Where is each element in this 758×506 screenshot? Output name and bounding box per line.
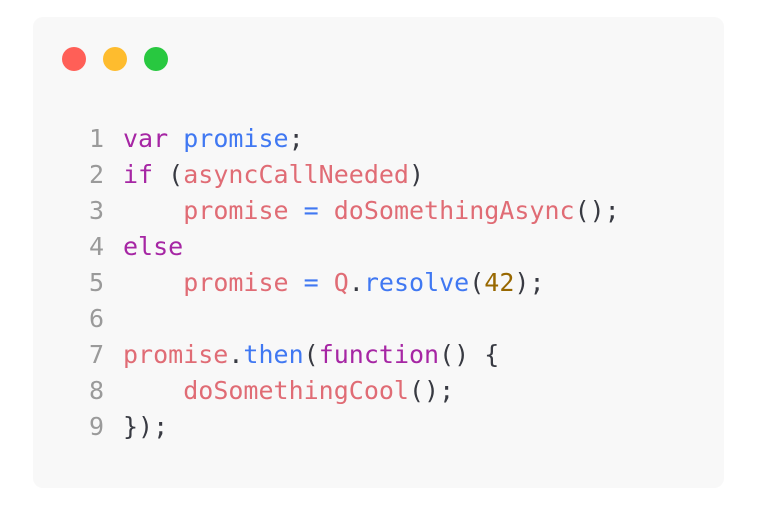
minimize-dot[interactable]	[103, 47, 127, 71]
code-token-plain: () {	[439, 340, 500, 369]
line-number: 2	[89, 160, 105, 189]
close-dot[interactable]	[62, 47, 86, 71]
code-text: var promise;	[123, 121, 304, 157]
code-token-plain: .	[228, 340, 244, 369]
line-number: 1	[89, 124, 105, 153]
code-line: 7 promise.then(function() {	[89, 337, 620, 373]
code-text: promise = doSomethingAsync();	[123, 193, 620, 229]
code-token-function: resolve	[363, 268, 470, 297]
maximize-dot[interactable]	[144, 47, 168, 71]
code-token-keyword: var	[123, 124, 169, 153]
code-token-plain: ;	[288, 124, 304, 153]
window-controls	[62, 47, 168, 71]
code-token-function: promise	[183, 124, 289, 153]
code-token-keyword: else	[123, 232, 184, 261]
code-token-plain: );	[514, 268, 545, 297]
code-token-plain: ();	[409, 376, 455, 405]
code-line: 3 promise = doSomethingAsync();	[89, 193, 620, 229]
code-line: 1 var promise;	[89, 121, 620, 157]
code-token-variable: doSomethingAsync	[333, 196, 575, 225]
code-token-plain: (	[303, 340, 319, 369]
line-number: 9	[89, 412, 105, 441]
code-token-plain: (	[469, 268, 485, 297]
line-number: 8	[89, 376, 105, 405]
code-token-plain: });	[123, 412, 169, 441]
code-token-function: then	[243, 340, 304, 369]
code-token-plain: ();	[574, 196, 620, 225]
code-token-variable: Q	[333, 268, 349, 297]
code-token-variable: asyncCallNeeded	[183, 160, 409, 189]
line-number: 5	[89, 268, 105, 297]
code-token-variable: promise	[183, 196, 289, 225]
code-window: 1 var promise; 2 if (asyncCallNeeded) 3 prom…	[33, 17, 724, 488]
code-token-variable: promise	[183, 268, 289, 297]
code-token-number: 42	[484, 268, 515, 297]
code-text: if (asyncCallNeeded)	[123, 157, 424, 193]
code-token-plain: )	[409, 160, 425, 189]
code-line: 6	[89, 301, 620, 337]
code-line: 8 doSomethingCool();	[89, 373, 620, 409]
code-text: promise = Q.resolve(42);	[123, 265, 545, 301]
code-token-plain: .	[348, 268, 364, 297]
code-line: 4 else	[89, 229, 620, 265]
code-token-keyword: if	[123, 160, 154, 189]
code-token-plain: (	[153, 160, 184, 189]
code-token-function: =	[288, 196, 334, 225]
code-token-variable: doSomethingCool	[183, 376, 409, 405]
code-text: });	[123, 409, 168, 445]
line-number: 3	[89, 196, 105, 225]
line-number: 7	[89, 340, 105, 369]
line-number: 6	[89, 304, 105, 333]
code-line: 2 if (asyncCallNeeded)	[89, 157, 620, 193]
code-token-function: =	[288, 268, 334, 297]
code-text: doSomethingCool();	[123, 373, 454, 409]
code-token-keyword: function	[318, 340, 440, 369]
code-line: 5 promise = Q.resolve(42);	[89, 265, 620, 301]
code-text: promise.then(function() {	[123, 337, 499, 373]
code-token-variable: promise	[123, 340, 229, 369]
code-text: else	[123, 229, 183, 265]
line-number: 4	[89, 232, 105, 261]
code-block: 1 var promise; 2 if (asyncCallNeeded) 3 prom…	[89, 121, 620, 445]
code-line: 9});	[89, 409, 620, 445]
